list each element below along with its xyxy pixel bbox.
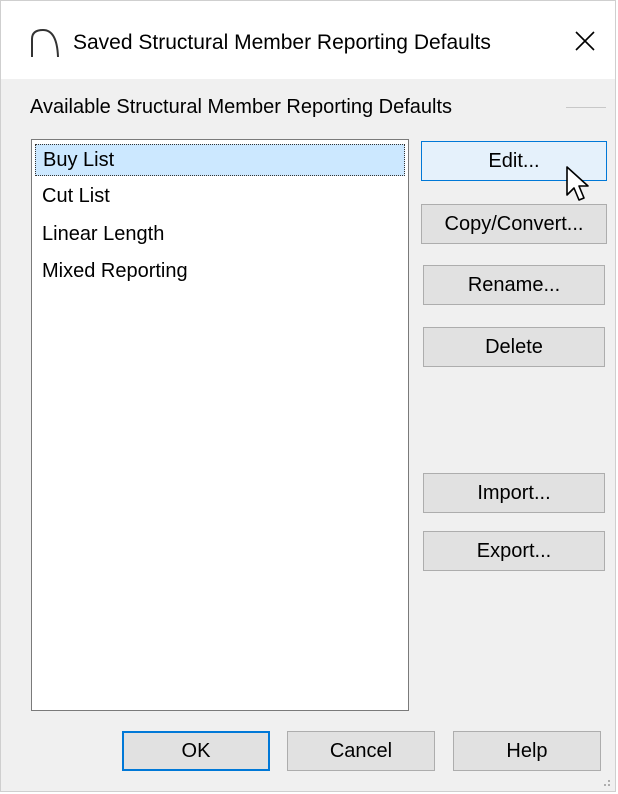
group-label: Available Structural Member Reporting De… — [30, 96, 453, 118]
delete-button[interactable]: Delete — [423, 327, 605, 367]
dialog-title: Saved Structural Member Reporting Defaul… — [73, 31, 491, 54]
group-divider — [566, 107, 606, 108]
resize-grip-icon[interactable] — [599, 775, 611, 787]
list-item-linear-length[interactable]: Linear Length — [35, 219, 405, 251]
close-button[interactable] — [555, 11, 615, 71]
edit-button[interactable]: Edit... — [421, 141, 607, 181]
defaults-listbox[interactable]: Buy List Cut List Linear Length Mixed Re… — [31, 139, 409, 711]
rename-button[interactable]: Rename... — [423, 265, 605, 305]
copy-convert-button[interactable]: Copy/Convert... — [421, 204, 607, 244]
help-button[interactable]: Help — [453, 731, 601, 771]
export-button[interactable]: Export... — [423, 531, 605, 571]
title-bar[interactable]: Saved Structural Member Reporting Defaul… — [1, 1, 615, 79]
import-button[interactable]: Import... — [423, 473, 605, 513]
ok-button[interactable]: OK — [122, 731, 270, 771]
cancel-button[interactable]: Cancel — [287, 731, 435, 771]
close-icon — [575, 31, 595, 51]
list-item-cut-list[interactable]: Cut List — [35, 181, 405, 213]
list-item-mixed-reporting[interactable]: Mixed Reporting — [35, 256, 405, 288]
dialog-window: Saved Structural Member Reporting Defaul… — [0, 0, 616, 792]
arch-app-icon — [31, 28, 59, 58]
list-item-buy-list[interactable]: Buy List — [35, 144, 405, 176]
